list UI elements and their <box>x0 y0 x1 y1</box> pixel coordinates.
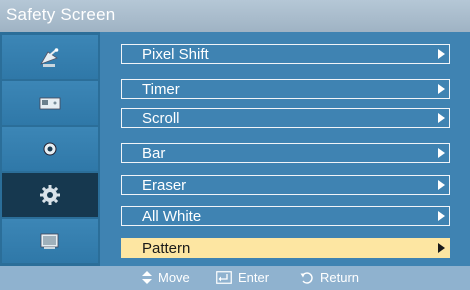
sidebar-item-sound[interactable] <box>2 127 98 171</box>
sidebar-item-channel[interactable] <box>2 35 98 79</box>
arrow-right-icon <box>438 243 445 253</box>
menu-item-label: Eraser <box>142 177 187 194</box>
osd-panel: Safety Screen Pixel Shift Timer Scroll B… <box>0 0 470 290</box>
menu-item-label: Pattern <box>142 240 191 257</box>
sidebar-item-picture[interactable] <box>2 81 98 125</box>
menu-item-scroll[interactable]: Scroll <box>121 108 450 128</box>
menu-item-pattern[interactable]: Pattern <box>121 238 450 258</box>
enter-icon <box>216 271 232 284</box>
sidebar <box>0 32 100 266</box>
enter-hint: Enter <box>216 270 269 285</box>
menu-item-label: Timer <box>142 81 180 98</box>
return-hint-label: Return <box>320 270 360 285</box>
footer-hints: Move Enter Return <box>0 266 470 290</box>
menu-item-label: Pixel Shift <box>142 46 209 63</box>
menu-item-bar[interactable]: Bar <box>121 143 450 163</box>
enter-hint-label: Enter <box>238 270 270 285</box>
sound-icon <box>43 142 57 156</box>
arrow-right-icon <box>438 148 445 158</box>
menu-item-label: Bar <box>142 145 166 162</box>
menu-list: Pixel Shift Timer Scroll Bar Eraser All … <box>100 32 470 266</box>
return-icon <box>300 271 313 284</box>
menu-item-all-white[interactable]: All White <box>121 206 450 226</box>
menu-item-label: All White <box>142 208 202 225</box>
gear-icon <box>40 185 60 205</box>
menu-title: Safety Screen <box>6 5 116 24</box>
arrow-right-icon <box>438 211 445 221</box>
menu-item-eraser[interactable]: Eraser <box>121 175 450 195</box>
arrow-right-icon <box>438 113 445 123</box>
picture-input-icon <box>39 97 61 110</box>
move-hint: Move <box>142 270 190 285</box>
arrow-right-icon <box>438 180 445 190</box>
return-hint: Return <box>300 270 359 285</box>
sidebar-item-setup[interactable] <box>2 173 98 217</box>
title-bar: Safety Screen <box>0 0 470 32</box>
menu-item-label: Scroll <box>142 110 180 127</box>
menu-item-pixel-shift[interactable]: Pixel Shift <box>121 44 450 64</box>
multi-screen-icon <box>40 233 59 249</box>
arrow-right-icon <box>438 84 445 94</box>
arrow-right-icon <box>438 49 445 59</box>
satellite-dish-icon <box>40 48 59 67</box>
move-hint-label: Move <box>158 270 190 285</box>
menu-item-timer[interactable]: Timer <box>121 79 450 99</box>
sidebar-item-multi-control[interactable] <box>2 219 98 263</box>
up-down-arrow-icon <box>142 271 152 284</box>
